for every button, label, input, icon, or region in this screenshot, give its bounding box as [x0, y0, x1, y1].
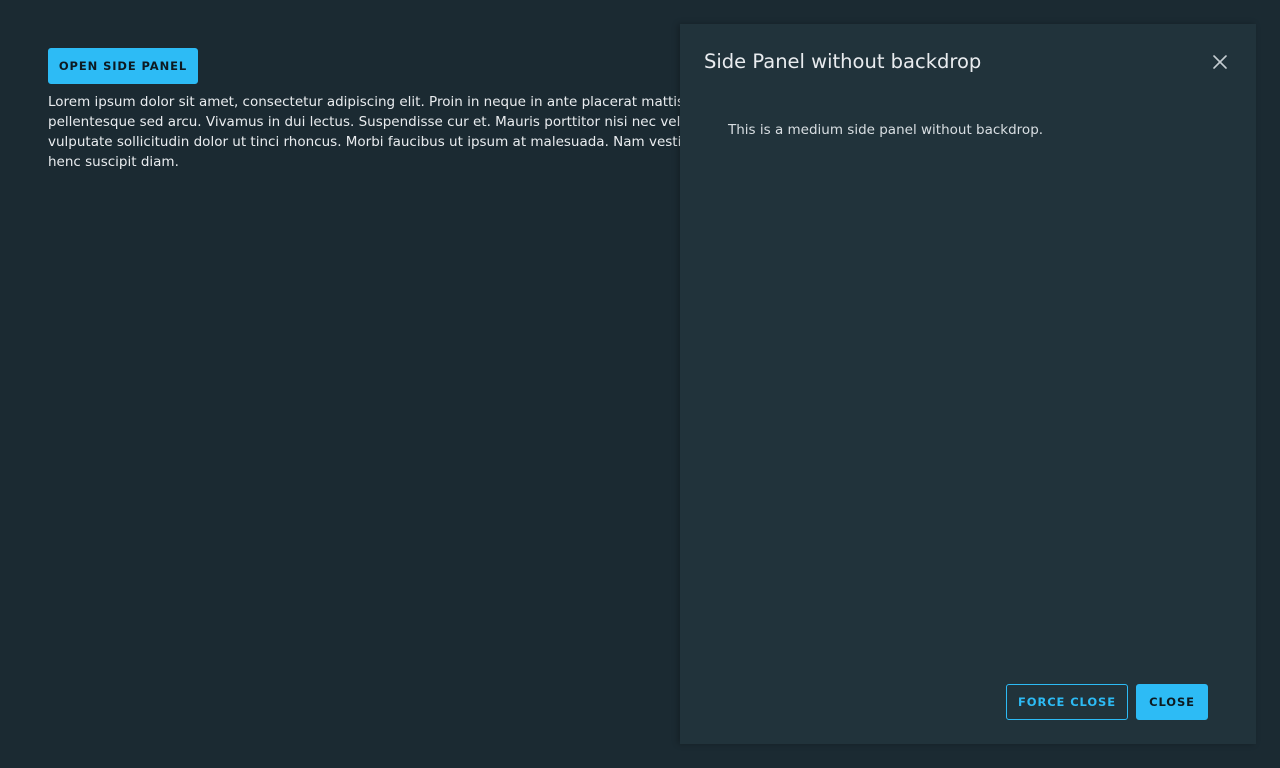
- close-button[interactable]: CLOSE: [1136, 684, 1208, 720]
- close-icon-glyph: [1213, 55, 1227, 69]
- side-panel: Side Panel without backdrop This is a me…: [680, 24, 1256, 744]
- close-icon[interactable]: [1208, 50, 1232, 74]
- open-side-panel-button[interactable]: OPEN SIDE PANEL: [48, 48, 198, 84]
- force-close-button[interactable]: FORCE CLOSE: [1006, 684, 1128, 720]
- side-panel-footer: FORCE CLOSE CLOSE: [1006, 684, 1208, 720]
- page: OPEN SIDE PANEL Lorem ipsum dolor sit am…: [0, 0, 1280, 768]
- side-panel-title: Side Panel without backdrop: [704, 50, 982, 73]
- side-panel-body-text: This is a medium side panel without back…: [728, 122, 1044, 138]
- side-panel-header: Side Panel without backdrop: [704, 48, 1232, 76]
